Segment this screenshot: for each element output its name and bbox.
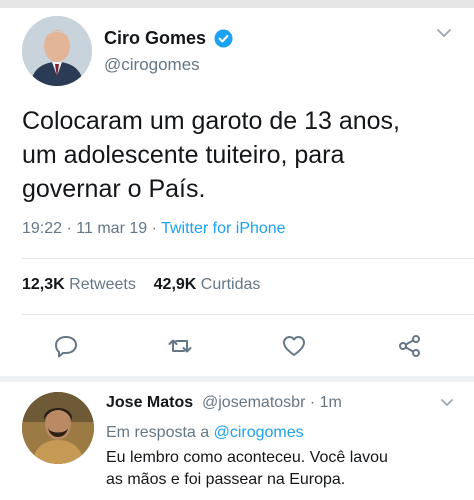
tweet-stats: 12,3K Retweets 42,9K Curtidas <box>22 276 260 294</box>
author-name[interactable]: Ciro Gomes <box>104 28 206 49</box>
likes-count: 42,9K <box>153 276 197 293</box>
tweet-date: 11 mar 19 <box>76 220 148 237</box>
author-avatar[interactable] <box>22 16 92 86</box>
reply-context: Em resposta a @cirogomes <box>106 424 304 442</box>
meta-separator: · <box>66 220 77 237</box>
reply-icon[interactable] <box>52 332 80 360</box>
chevron-down-icon[interactable] <box>440 398 454 407</box>
meta-separator: · <box>151 220 162 237</box>
retweet-icon[interactable] <box>166 332 194 360</box>
reply-author-name[interactable]: Jose Matos <box>106 394 193 412</box>
reply-author-handle: @josematosbr <box>202 394 306 411</box>
section-separator <box>0 376 474 382</box>
retweets-stat[interactable]: 12,3K Retweets <box>22 276 136 293</box>
top-edge <box>0 0 474 8</box>
divider <box>22 314 474 315</box>
tweet-actions <box>0 332 474 362</box>
retweets-label: Retweets <box>69 276 136 293</box>
reply-context-mention[interactable]: @cirogomes <box>214 424 304 441</box>
verified-badge-icon <box>214 29 233 48</box>
likes-stat[interactable]: 42,9K Curtidas <box>154 276 261 293</box>
reply-author-handle-and-age[interactable]: @josematosbr · 1m <box>202 394 342 412</box>
share-icon[interactable] <box>396 332 424 360</box>
retweets-count: 12,3K <box>22 276 65 293</box>
tweet-text: Colocaram um garoto de 13 anos, um adole… <box>22 107 400 203</box>
reply-age: 1m <box>319 394 342 411</box>
tweet-time: 19:22 <box>22 220 63 237</box>
tweet-client-link[interactable]: Twitter for iPhone <box>161 220 286 237</box>
likes-label: Curtidas <box>200 276 261 293</box>
reply-author-avatar[interactable] <box>22 392 94 464</box>
reply-text: Eu lembro como aconteceu. Você lavou as … <box>106 449 388 488</box>
tweet-meta: 19:22 · 11 mar 19 · Twitter for iPhone <box>22 220 286 238</box>
reply-context-label: Em resposta a <box>106 424 210 441</box>
divider <box>22 258 474 259</box>
chevron-down-icon[interactable] <box>436 28 452 38</box>
author-handle[interactable]: @cirogomes <box>104 55 200 75</box>
like-icon[interactable] <box>280 332 308 360</box>
